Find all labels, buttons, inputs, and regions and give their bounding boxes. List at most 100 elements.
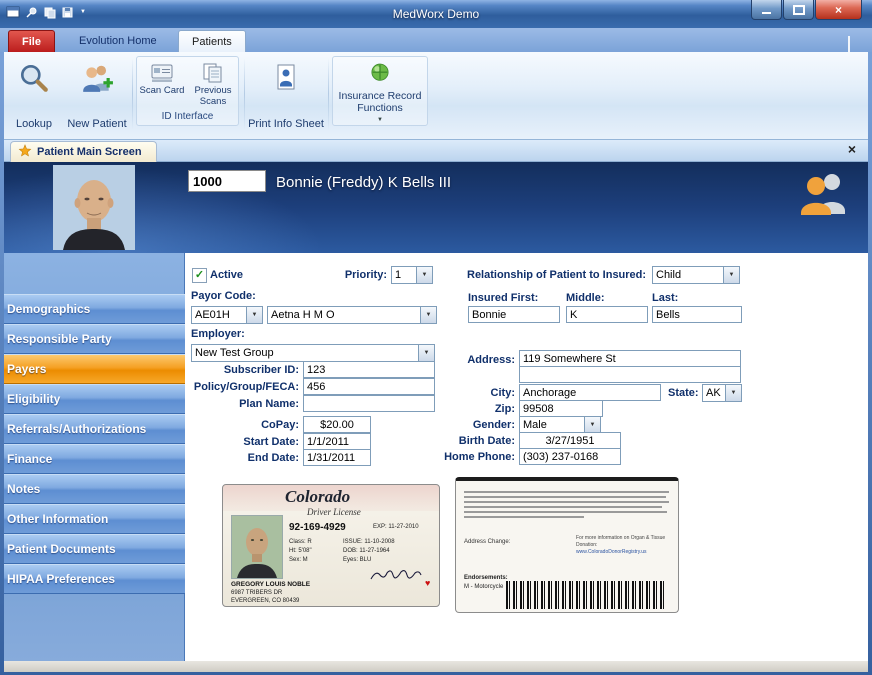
sidebar-item-label: Patient Documents bbox=[7, 542, 116, 556]
last-input[interactable] bbox=[652, 306, 742, 323]
license-photo bbox=[231, 515, 283, 579]
sidebar-item-other-information[interactable]: Other Information bbox=[4, 504, 185, 534]
dropdown-button[interactable]: ▼ bbox=[723, 267, 739, 283]
sidebar-item-payers[interactable]: Payers bbox=[4, 354, 185, 384]
lookup-label: Lookup bbox=[16, 118, 52, 134]
middle-input[interactable] bbox=[566, 306, 648, 323]
dropdown-icon: ▼ bbox=[729, 272, 735, 278]
patient-id-field[interactable] bbox=[188, 170, 266, 192]
minimize-icon bbox=[762, 12, 771, 14]
dropdown-button[interactable]: ▼ bbox=[584, 417, 600, 433]
sidebar-item-hipaa-preferences[interactable]: HIPAA Preferences bbox=[4, 564, 185, 594]
sidebar-item-notes[interactable]: Notes bbox=[4, 474, 185, 504]
tab-evolution-home-label: Evolution Home bbox=[79, 35, 157, 47]
check-icon: ✓ bbox=[195, 270, 204, 281]
fine-print-line bbox=[464, 506, 662, 508]
insured-first-input[interactable] bbox=[468, 306, 560, 323]
sidebar-item-responsible-party[interactable]: Responsible Party bbox=[4, 324, 185, 354]
sidebar-item-eligibility[interactable]: Eligibility bbox=[4, 384, 185, 414]
window-controls: × bbox=[751, 0, 862, 20]
tab-patients[interactable]: Patients bbox=[178, 30, 246, 52]
dropdown-button[interactable]: ▼ bbox=[246, 307, 262, 323]
payor-code-combo[interactable]: AE01H ▼ bbox=[191, 306, 263, 324]
active-checkbox[interactable]: ✓ bbox=[192, 268, 207, 283]
search-icon bbox=[17, 56, 51, 100]
employer-label: Employer: bbox=[191, 328, 245, 340]
previous-scans-label: Previous Scans bbox=[189, 86, 238, 108]
license-address-line1: 6987 TRIBERS DR bbox=[231, 590, 282, 596]
address-label: Address: bbox=[397, 354, 515, 366]
status-bar bbox=[4, 661, 868, 672]
close-button[interactable]: × bbox=[815, 0, 862, 20]
active-label: Active bbox=[210, 269, 243, 281]
ribbon-collapse-button[interactable] bbox=[848, 38, 858, 46]
sidebar-item-label: Responsible Party bbox=[7, 332, 112, 346]
window-title: MedWorx Demo bbox=[0, 7, 872, 21]
dropdown-button[interactable]: ▼ bbox=[420, 307, 436, 323]
sidebar-item-finance[interactable]: Finance bbox=[4, 444, 185, 474]
fine-print-line bbox=[464, 491, 669, 493]
payor-name-combo[interactable]: Aetna H M O ▼ bbox=[267, 306, 437, 324]
state-combo[interactable]: AK ▼ bbox=[702, 384, 742, 402]
title-bar: ▼ MedWorx Demo × bbox=[0, 0, 872, 28]
copay-input[interactable] bbox=[303, 416, 371, 433]
sidebar-item-label: Eligibility bbox=[7, 392, 60, 406]
new-patient-button[interactable]: New Patient bbox=[64, 56, 130, 134]
scan-card-label: Scan Card bbox=[140, 86, 185, 97]
minimize-button[interactable] bbox=[751, 0, 782, 20]
subscriber-id-label: Subscriber ID: bbox=[185, 364, 299, 376]
maximize-icon bbox=[793, 5, 805, 15]
sidebar-item-label: Finance bbox=[7, 452, 52, 466]
address-line2-input[interactable] bbox=[519, 366, 741, 383]
end-date-input[interactable] bbox=[303, 449, 371, 466]
barcode bbox=[506, 581, 666, 609]
zip-input[interactable] bbox=[519, 400, 603, 417]
tab-file-label: File bbox=[22, 36, 41, 48]
home-phone-input[interactable] bbox=[519, 448, 621, 465]
patient-name: Bonnie (Freddy) K Bells III bbox=[276, 174, 451, 191]
license-name: GREGORY LOUIS NOBLE bbox=[231, 581, 310, 588]
patient-header: Bonnie (Freddy) K Bells III bbox=[4, 162, 868, 253]
priority-combo[interactable]: 1 ▼ bbox=[391, 266, 433, 284]
address-change-label: Address Change: bbox=[464, 539, 510, 545]
print-info-sheet-button[interactable]: Print Info Sheet bbox=[248, 56, 324, 134]
insurance-functions-icon bbox=[367, 60, 393, 90]
license-issue-date: ISSUE: 11-10-2008 bbox=[343, 539, 395, 545]
donor-info-text: For more information on Organ & Tissue D… bbox=[576, 535, 672, 549]
birth-date-input[interactable] bbox=[519, 432, 621, 449]
dropdown-button[interactable]: ▼ bbox=[416, 267, 432, 283]
gender-label: Gender: bbox=[397, 419, 515, 431]
tab-file[interactable]: File bbox=[8, 30, 55, 52]
start-date-input[interactable] bbox=[303, 433, 371, 450]
id-interface-buttons: Scan Card Previous Scans bbox=[137, 57, 238, 108]
gender-value: Male bbox=[520, 417, 584, 433]
relationship-combo[interactable]: Child ▼ bbox=[652, 266, 740, 284]
sidebar-item-demographics[interactable]: Demographics bbox=[4, 294, 185, 324]
id-interface-group-label: ID Interface bbox=[137, 111, 238, 122]
scan-card-button[interactable]: Scan Card bbox=[138, 60, 187, 108]
content-area: Demographics Responsible Party Payers El… bbox=[4, 253, 868, 661]
city-input[interactable] bbox=[519, 384, 661, 401]
dropdown-button[interactable]: ▼ bbox=[725, 385, 741, 401]
tab-evolution-home[interactable]: Evolution Home bbox=[66, 30, 170, 52]
insurance-record-functions-button[interactable]: Insurance Record Functions ▼ bbox=[332, 56, 428, 126]
maximize-button[interactable] bbox=[783, 0, 814, 20]
ribbon: Lookup New Patient Scan Card bbox=[4, 52, 868, 140]
license-expiration: EXP: 11-27-2010 bbox=[373, 524, 419, 530]
address-input[interactable] bbox=[519, 350, 741, 367]
print-info-sheet-icon bbox=[270, 56, 302, 100]
sidebar-item-patient-documents[interactable]: Patient Documents bbox=[4, 534, 185, 564]
previous-scans-button[interactable]: Previous Scans bbox=[189, 60, 238, 108]
screen-close-button[interactable]: × bbox=[848, 142, 856, 156]
sidebar-item-referrals-authorizations[interactable]: Referrals/Authorizations bbox=[4, 414, 185, 444]
tab-patient-main-screen[interactable]: Patient Main Screen bbox=[10, 141, 157, 162]
lookup-button[interactable]: Lookup bbox=[6, 56, 62, 134]
state-label: State: bbox=[668, 387, 699, 399]
plan-name-label: Plan Name: bbox=[185, 398, 299, 410]
fine-print-line bbox=[464, 501, 669, 503]
signature-scribble bbox=[369, 569, 423, 588]
start-date-label: Start Date: bbox=[185, 436, 299, 448]
sidebar-item-label: HIPAA Preferences bbox=[7, 572, 115, 586]
payor-name-value: Aetna H M O bbox=[268, 307, 420, 323]
license-address-line2: EVERGREEN, CO 80439 bbox=[231, 598, 299, 604]
